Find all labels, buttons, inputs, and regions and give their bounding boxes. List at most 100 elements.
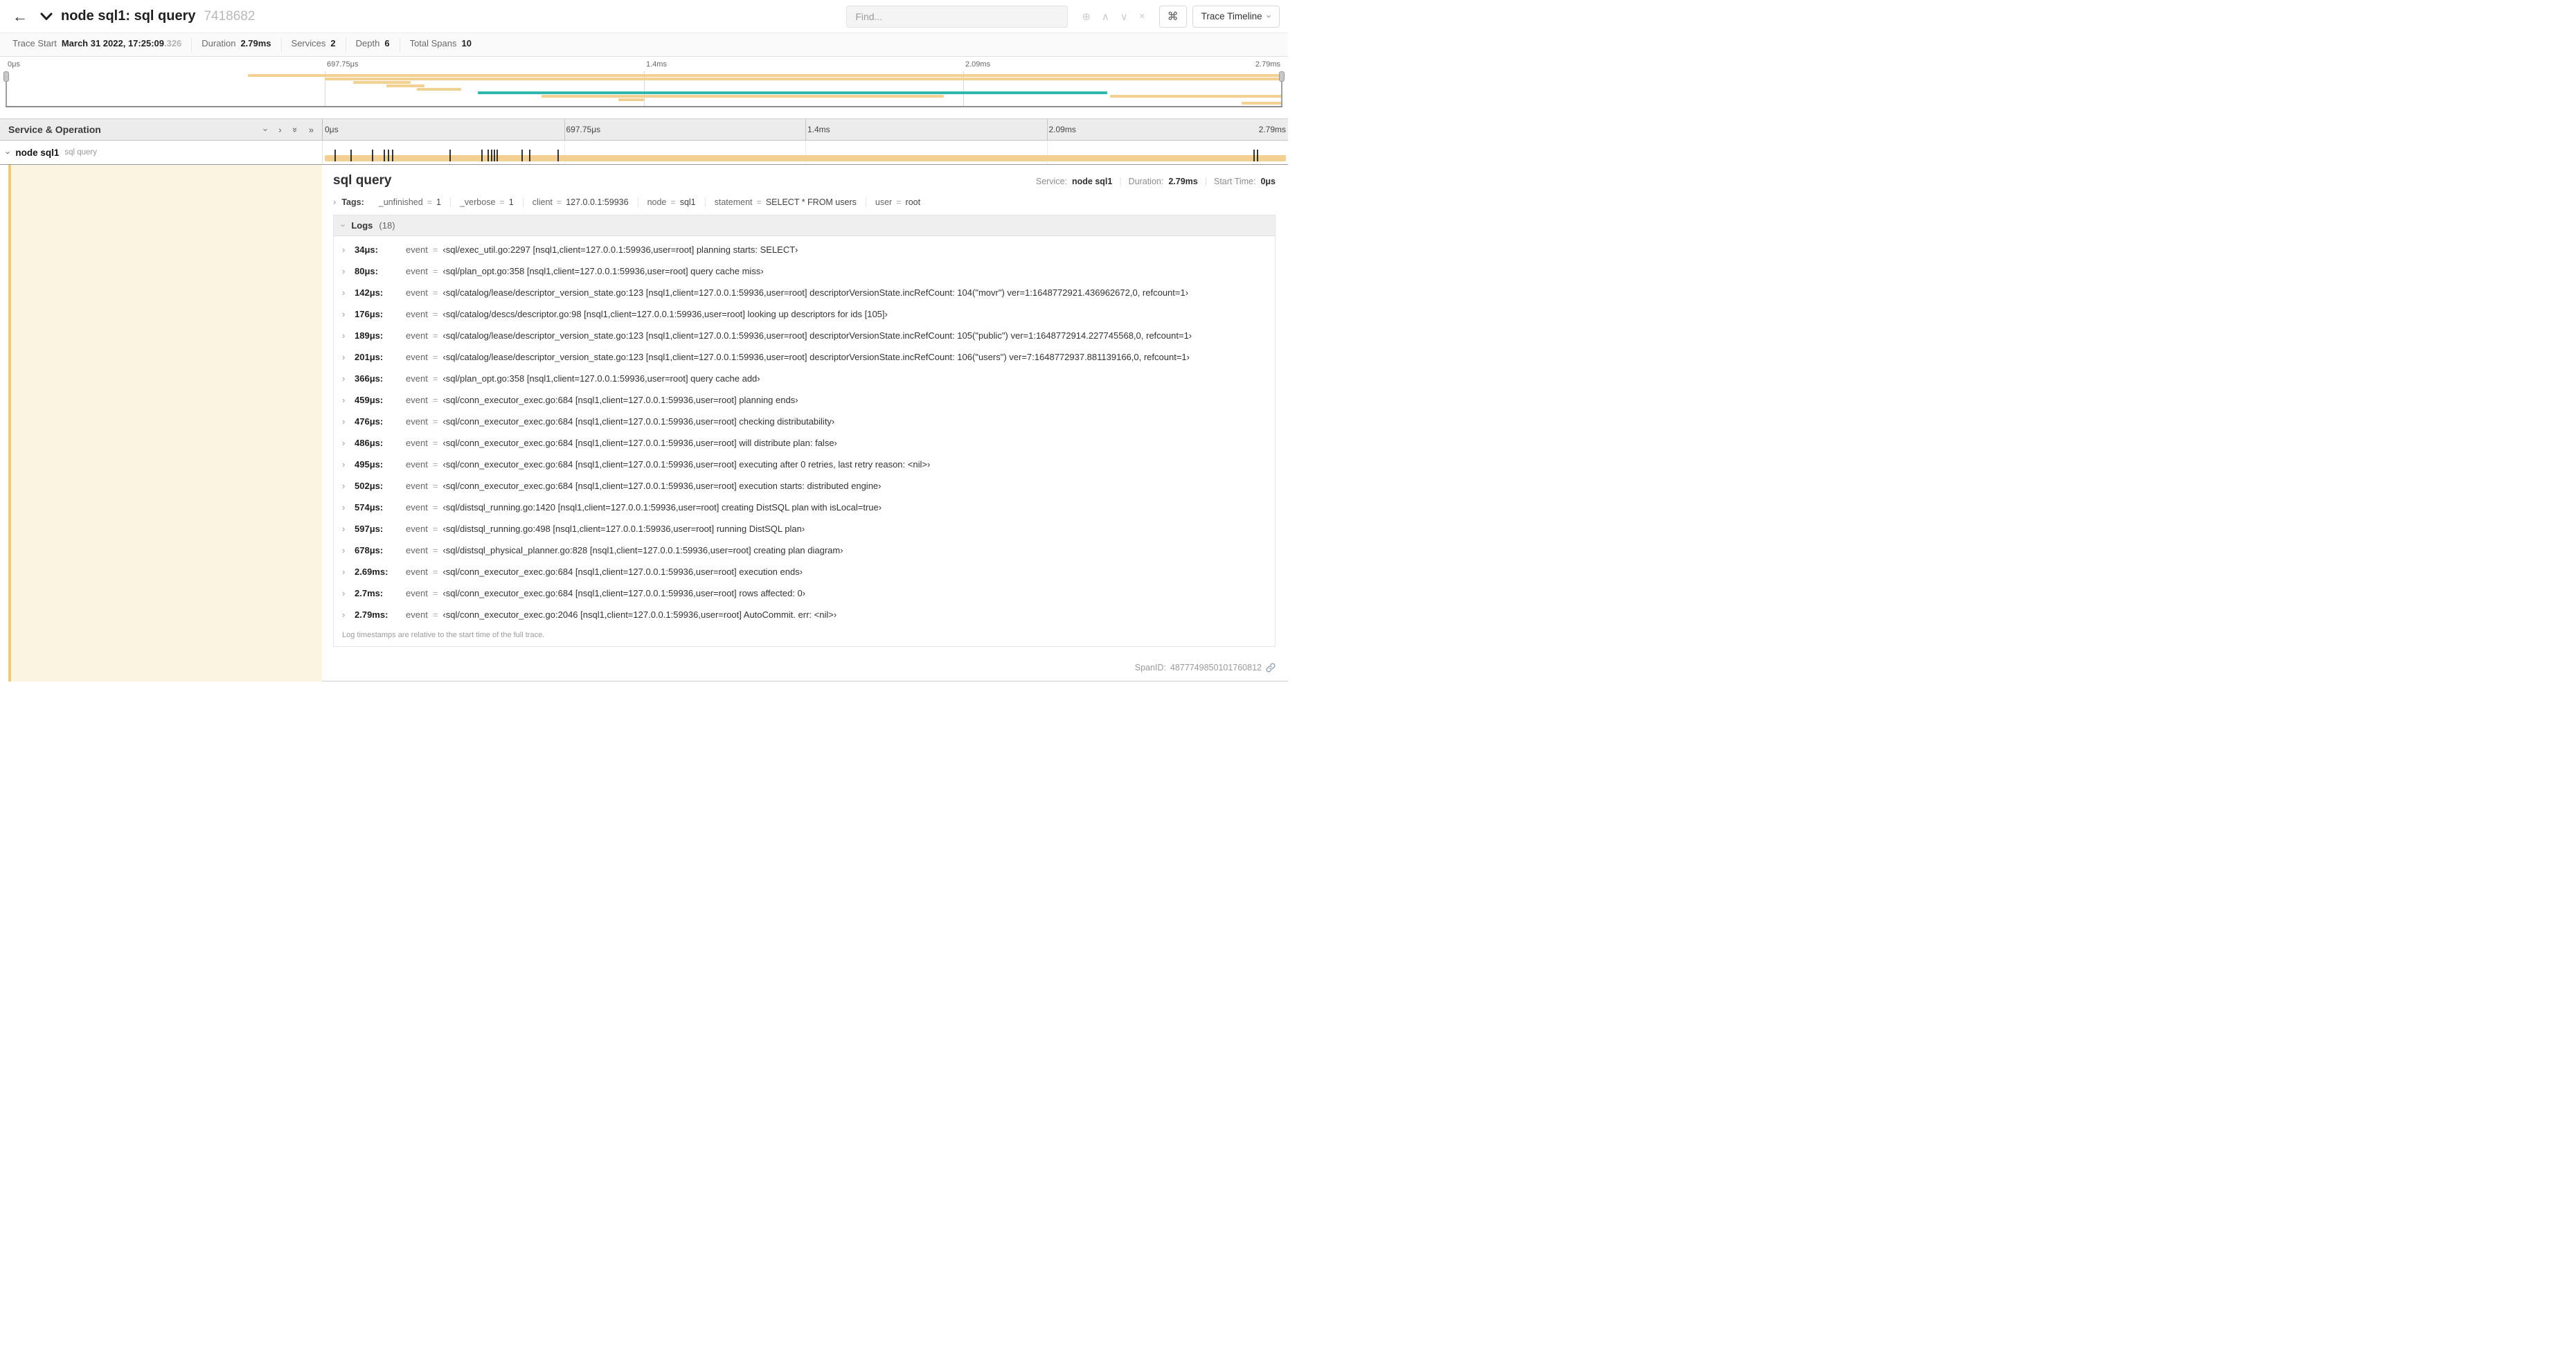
log-row[interactable]: › 201μs: event = ‹sql/catalog/lease/descript… [334,346,1275,368]
timeline-header-left: Service & Operation › › » » [0,119,322,140]
logs-header[interactable]: › Logs (18) [334,215,1275,236]
scrubber-handle[interactable] [1279,71,1285,82]
back-button[interactable]: ← [8,5,32,28]
meta-divider: | [1204,177,1207,186]
span-detail-header: sql query Service: node sql1 | Duration:… [333,173,1276,188]
tick-label: 0μs [325,125,339,134]
minimap-right-scrubber[interactable] [1279,71,1285,106]
minimap-canvas[interactable] [3,71,1285,107]
spanid-value: 4877749850101760812 [1170,663,1262,672]
summary-label: Trace Start [12,37,57,48]
tag-equals: = [756,197,762,207]
view-selector-label: Trace Timeline [1201,11,1262,21]
keyboard-shortcuts-button[interactable]: ⌘ [1159,5,1187,28]
minimap-span [618,98,644,101]
scrubber-handle[interactable] [3,71,9,82]
tag-item[interactable]: statement = SELECT * FROM users [704,197,866,207]
log-row[interactable]: › 2.69ms: event = ‹sql/conn_executor_exec.go… [334,561,1275,582]
log-value: ‹sql/catalog/lease/descriptor_version_st… [442,330,1192,341]
span-row[interactable]: › node sql1 sql query [0,141,1288,164]
log-entry: event = ‹sql/conn_executor_exec.go:684 [ns… [406,588,805,598]
tag-item[interactable]: _unfinished = 1 [370,197,450,207]
chevron-down-icon: › [1264,15,1275,18]
log-row[interactable]: › 678μs: event = ‹sql/distsql_physical_plann… [334,540,1275,561]
next-result-icon[interactable]: ∨ [1120,10,1128,23]
topbar: ← node sql1: sql query 7418682 ⊕ ∧ ∨ × ⌘ Tr… [0,0,1288,33]
minimap-span [386,84,424,87]
duration-value: 2.79ms [1168,177,1198,186]
log-row[interactable]: › 34μs: event = ‹sql/exec_util.go:2297 [nsql… [334,239,1275,260]
span-row-name[interactable]: › node sql1 sql query [0,141,322,164]
zoom-result-icon[interactable]: ⊕ [1082,10,1091,23]
log-entry: event = ‹sql/catalog/lease/descriptor_vers… [406,287,1188,298]
log-row[interactable]: › 597μs: event = ‹sql/distsql_running.go:498… [334,518,1275,540]
log-value: ‹sql/distsql_physical_planner.go:828 [ns… [442,545,843,555]
view-selector-button[interactable]: Trace Timeline › [1192,5,1280,28]
log-key: event [406,438,428,448]
log-value: ‹sql/conn_executor_exec.go:684 [nsql1,cl… [442,395,798,405]
log-row[interactable]: › 459μs: event = ‹sql/conn_executor_exec.go:… [334,389,1275,411]
log-equals: = [432,266,438,276]
log-value: ‹sql/exec_util.go:2297 [nsql1,client=127… [442,244,798,255]
log-key: event [406,352,428,362]
log-entry: event = ‹sql/catalog/lease/descriptor_vers… [406,330,1192,341]
tag-key: _verbose [459,197,496,207]
tag-item[interactable]: client = 127.0.0.1:59936 [522,197,638,207]
log-entry: event = ‹sql/plan_opt.go:358 [nsql1,client… [406,373,760,384]
minimap-ticks: 0μs 697.75μs 1.4ms 2.09ms 2.79ms [6,60,1282,71]
minimap-left-scrubber[interactable] [3,71,9,106]
tag-equals: = [499,197,505,207]
log-timestamp: 2.79ms: [355,609,388,620]
tag-item[interactable]: _verbose = 1 [449,197,523,207]
expand-all-icon[interactable]: » [309,125,314,134]
tags-row[interactable]: › Tags: _unfinished = 1 _verbose = 1 client = 12… [333,197,1276,212]
log-key: event [406,309,428,319]
span-bar[interactable] [324,155,1287,161]
log-key: event [406,481,428,491]
log-value: ‹sql/conn_executor_exec.go:684 [nsql1,cl… [442,588,806,598]
tag-key: node [647,197,667,207]
log-entry: event = ‹sql/conn_executor_exec.go:684 [ns… [406,438,837,448]
log-equals: = [432,459,438,470]
log-row[interactable]: › 80μs: event = ‹sql/plan_opt.go:358 [nsql1,… [334,260,1275,282]
log-row[interactable]: › 366μs: event = ‹sql/plan_opt.go:358 [nsql1… [334,368,1275,389]
trace-collapse-chevron-down-icon[interactable] [40,12,53,21]
tag-item[interactable]: node = sql1 [637,197,705,207]
collapse-one-icon[interactable]: › [261,128,271,131]
start-time-label: Start Time: [1214,177,1256,186]
log-row[interactable]: › 189μs: event = ‹sql/catalog/lease/descript… [334,325,1275,346]
log-row[interactable]: › 2.79ms: event = ‹sql/conn_executor_exec.go… [334,604,1275,625]
span-color-strip [8,165,322,682]
log-row[interactable]: › 486μs: event = ‹sql/conn_executor_exec.go:… [334,432,1275,454]
span-row-track[interactable] [322,141,1288,164]
tag-equals: = [556,197,562,207]
log-marker [1253,150,1255,161]
clear-search-icon[interactable]: × [1139,10,1145,22]
tag-equals: = [427,197,433,207]
log-row[interactable]: › 176μs: event = ‹sql/catalog/descs/descript… [334,303,1275,325]
tags-items: _unfinished = 1 _verbose = 1 client = 127.0.0.1:… [370,197,929,207]
chevron-down-icon[interactable]: › [3,151,14,154]
log-row[interactable]: › 502μs: event = ‹sql/conn_executor_exec.go:… [334,475,1275,497]
prev-result-icon[interactable]: ∧ [1102,10,1109,23]
timeline-ticks: 0μs 697.75μs 1.4ms 2.09ms 2.79ms [322,119,1288,140]
summary-item: Duration 2.79ms [192,37,282,52]
log-equals: = [432,330,438,341]
log-marker [521,150,523,161]
log-key: event [406,416,428,427]
log-row[interactable]: › 2.7ms: event = ‹sql/conn_executor_exec.go:… [334,582,1275,604]
tag-key: _unfinished [378,197,423,207]
tag-item[interactable]: user = root [865,197,929,207]
log-row[interactable]: › 142μs: event = ‹sql/catalog/lease/descript… [334,282,1275,303]
find-input[interactable] [846,5,1068,28]
log-row[interactable]: › 574μs: event = ‹sql/distsql_running.go:142… [334,497,1275,518]
tag-value: 127.0.0.1:59936 [566,197,629,207]
expand-one-icon[interactable]: › [278,125,281,134]
log-row[interactable]: › 495μs: event = ‹sql/conn_executor_exec.go:… [334,454,1275,475]
log-row[interactable]: › 476μs: event = ‹sql/conn_executor_exec.go:… [334,411,1275,432]
log-key: event [406,588,428,598]
link-icon[interactable] [1266,663,1276,672]
log-value: ‹sql/distsql_running.go:498 [nsql1,clien… [442,524,805,534]
collapse-all-icon[interactable]: » [290,127,301,132]
log-equals: = [432,352,438,362]
